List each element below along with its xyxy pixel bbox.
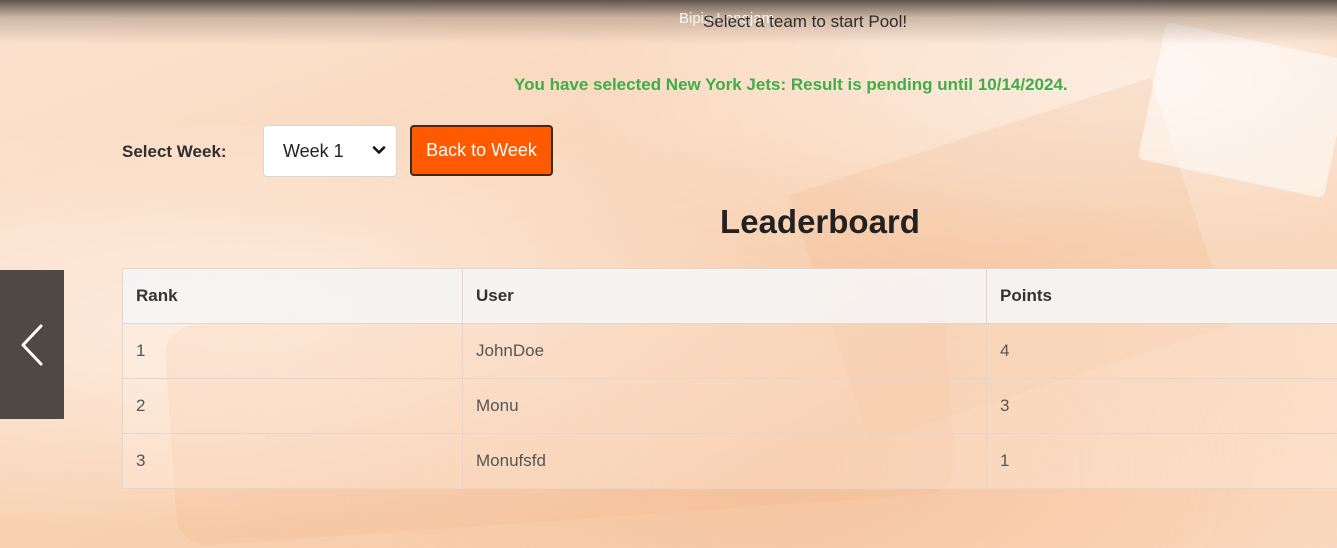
table-row: 1 JohnDoe 4 <box>122 323 1337 379</box>
leaderboard-table-container: Rank User Points 1 JohnDoe 4 2 Monu 3 3 … <box>122 268 1337 489</box>
rank-cell: 3 <box>122 433 463 489</box>
table-row: 2 Monu 3 <box>122 378 1337 434</box>
points-cell: 4 <box>986 323 1337 379</box>
table-header-row: Rank User Points <box>122 268 1337 324</box>
select-week-label: Select Week: <box>122 142 227 161</box>
column-header-user: User <box>462 268 987 324</box>
chevron-down-icon <box>372 146 386 154</box>
chevron-left-icon <box>21 324 43 365</box>
table-row: 3 Monufsfd 1 <box>122 433 1337 489</box>
back-to-week-button[interactable]: Back to Week <box>410 125 553 176</box>
top-overlay-strip <box>0 0 1337 44</box>
column-header-rank: Rank <box>122 268 463 324</box>
week-select[interactable]: Week 1 <box>263 125 397 177</box>
background-decoration <box>1137 21 1337 199</box>
week-select-value: Week 1 <box>283 140 344 161</box>
leaderboard-title: Leaderboard <box>720 203 920 240</box>
user-cell: Monufsfd <box>462 433 987 489</box>
leaderboard-table: Rank User Points 1 JohnDoe 4 2 Monu 3 3 … <box>122 268 1337 489</box>
column-header-points: Points <box>986 268 1337 324</box>
pending-status-message: You have selected New York Jets: Result … <box>514 75 1068 94</box>
user-cell: Monu <box>462 378 987 434</box>
carousel-prev-button[interactable] <box>0 270 64 419</box>
rank-cell: 2 <box>122 378 463 434</box>
user-cell: JohnDoe <box>462 323 987 379</box>
select-team-message: Select a team to start Pool! <box>703 12 908 31</box>
points-cell: 1 <box>986 433 1337 489</box>
rank-cell: 1 <box>122 323 463 379</box>
points-cell: 3 <box>986 378 1337 434</box>
